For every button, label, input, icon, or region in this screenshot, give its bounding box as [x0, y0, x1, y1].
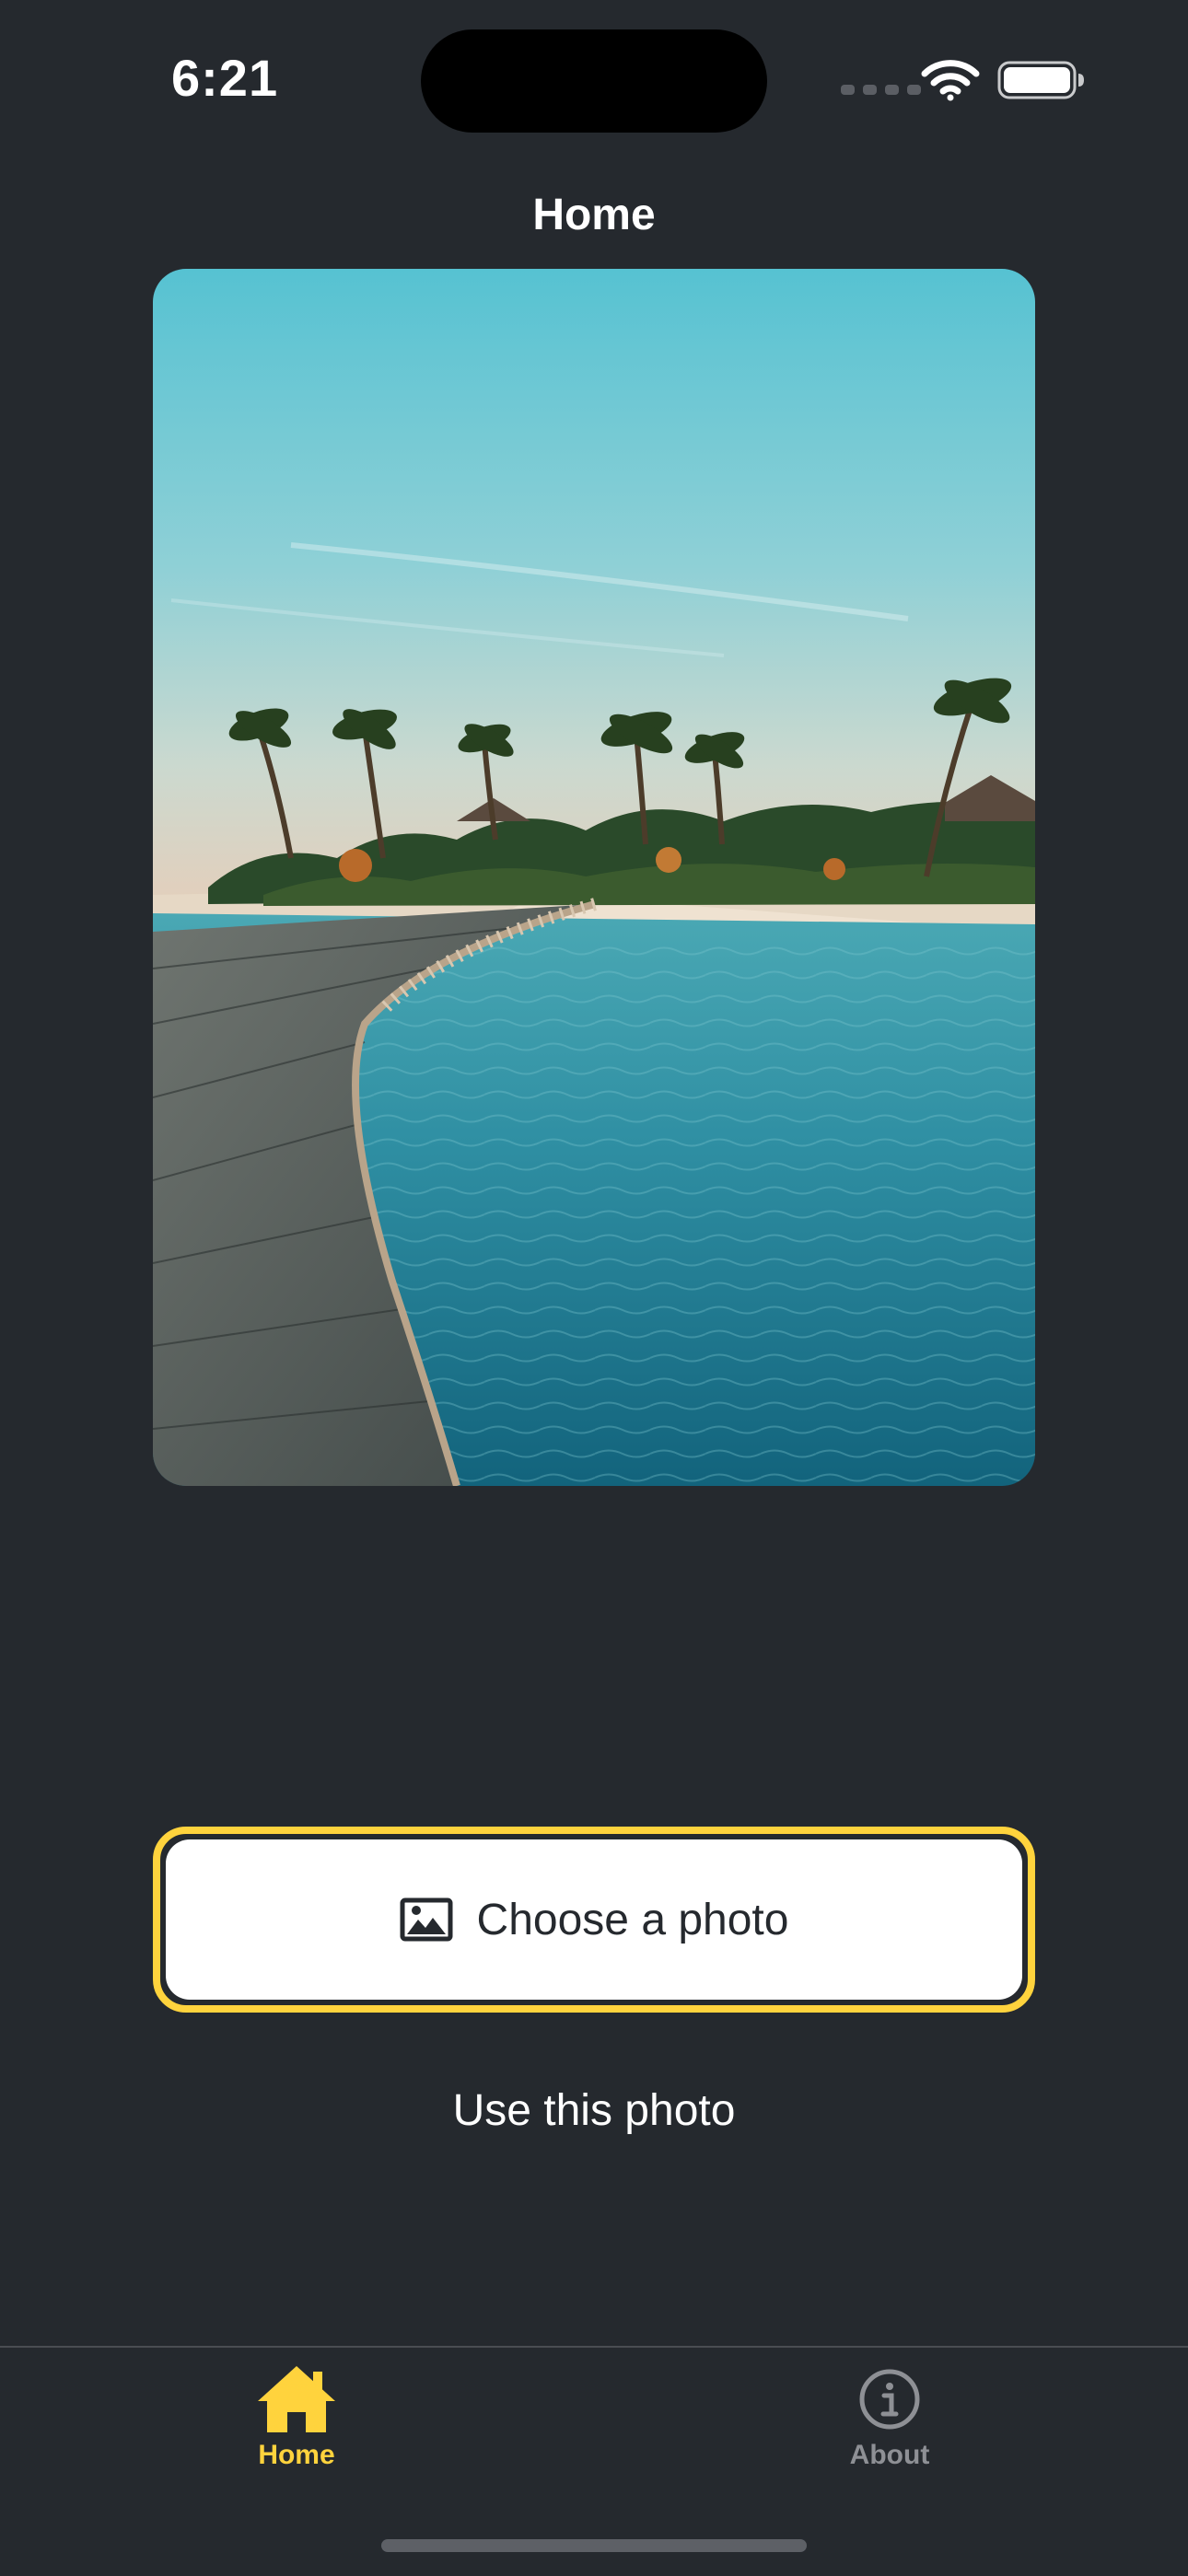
tab-about[interactable]: About: [798, 2362, 982, 2491]
choose-photo-button-body[interactable]: Choose a photo: [166, 1839, 1022, 2000]
battery-icon: [997, 61, 1084, 99]
page-title: Home: [532, 191, 656, 239]
wifi-icon: [921, 60, 980, 101]
tab-home[interactable]: Home: [204, 2362, 389, 2491]
selected-photo: [153, 269, 1035, 1486]
choose-photo-button[interactable]: Choose a photo: [153, 1827, 1035, 2013]
home-icon: [258, 2366, 335, 2432]
picture-icon: [400, 1897, 453, 1942]
status-time: 6:21: [171, 49, 279, 107]
home-indicator[interactable]: [381, 2539, 807, 2552]
choose-photo-label: Choose a photo: [476, 1895, 789, 1944]
signal-dots-icon: [841, 85, 921, 95]
tab-home-label: Home: [258, 2440, 335, 2470]
use-photo-button[interactable]: Use this photo: [153, 2077, 1035, 2143]
info-circle-icon: [859, 2369, 920, 2430]
dynamic-island: [421, 29, 767, 133]
tab-about-label: About: [849, 2440, 930, 2470]
